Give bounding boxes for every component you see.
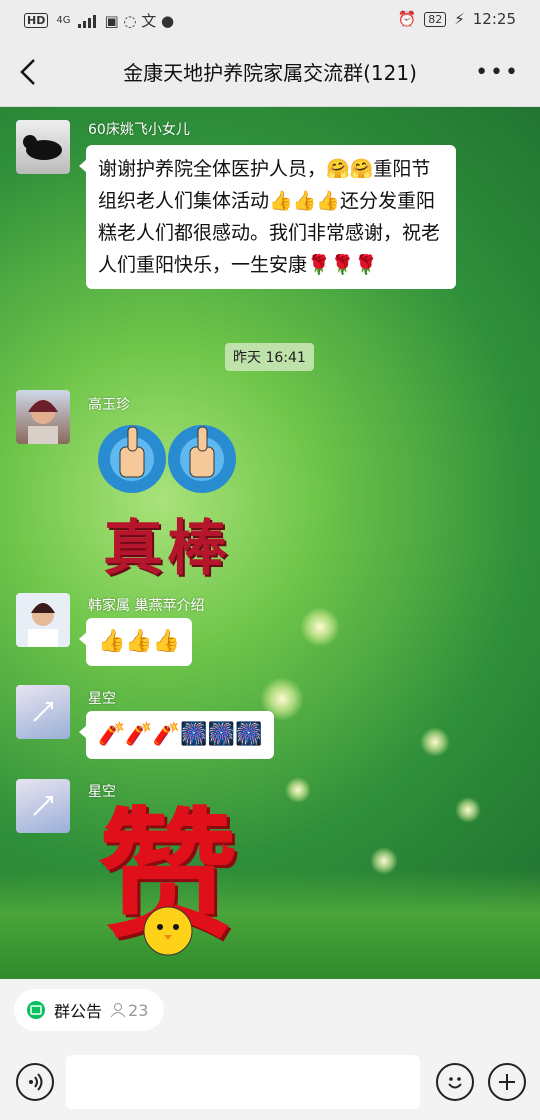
background-glow: [455, 797, 481, 823]
sticker-text: 真棒: [103, 514, 231, 584]
input-bar: [0, 1041, 540, 1120]
notice-label: 群公告: [54, 1002, 103, 1021]
sticker-praise[interactable]: 赞: [86, 801, 250, 971]
status-bar: HD 4G ▣ ◌ 文 ● ⏰ 82 ⚡ 12:25: [0, 0, 540, 40]
flower-thumbs-icon: [98, 425, 236, 493]
message-list[interactable]: 60床姚飞小女儿 谢谢护养院全体医护人员，🤗🤗重阳节组织老人们集体活动👍👍👍还分…: [0, 107, 540, 979]
more-options-icon[interactable]: •••: [475, 60, 520, 85]
plus-icon[interactable]: [488, 1063, 526, 1101]
clock: 12:25: [472, 10, 516, 28]
group-notice-button[interactable]: 群公告 23: [14, 989, 165, 1031]
message-input[interactable]: [66, 1055, 420, 1109]
background-glow: [300, 607, 340, 647]
message-bubble[interactable]: 谢谢护养院全体医护人员，🤗🤗重阳节组织老人们集体活动👍👍👍还分发重阳糕老人们都很…: [79, 145, 456, 289]
group-notice-bar: 群公告 23: [0, 979, 540, 1041]
chick-icon: [143, 906, 193, 956]
avatar[interactable]: [16, 685, 70, 739]
sender-name: 韩家属 巢燕苹介绍: [88, 598, 205, 614]
avatar[interactable]: [16, 593, 70, 647]
message-bubble[interactable]: 👍👍👍: [78, 618, 193, 666]
alarm-icon: ⏰: [397, 10, 417, 28]
avatar[interactable]: [16, 120, 70, 174]
voice-icon[interactable]: [16, 1063, 54, 1101]
back-arrow-icon[interactable]: [14, 54, 44, 90]
background-grass: [0, 869, 540, 979]
signal-icon: [78, 14, 97, 28]
sender-name: 60床姚飞小女儿: [88, 122, 190, 138]
sender-name: 星空: [88, 691, 116, 707]
emoji-icon[interactable]: [436, 1063, 474, 1101]
battery-level: 82: [424, 11, 447, 27]
sender-name: 高玉珍: [88, 397, 130, 413]
person-icon: [110, 1003, 126, 1018]
avatar[interactable]: [16, 390, 70, 444]
hd-indicator: HD: [24, 13, 49, 28]
member-count-value: 23: [128, 1000, 149, 1020]
chat-title: 金康天地护养院家属交流群(121): [123, 61, 417, 85]
timestamp: 昨天 16:41: [225, 343, 314, 371]
member-count: 23: [110, 1001, 148, 1020]
charging-icon: ⚡: [454, 10, 465, 28]
sticker-thumbs-up[interactable]: 真棒: [92, 419, 242, 589]
background-glow: [285, 777, 311, 803]
chat-header: 金康天地护养院家属交流群(121) •••: [0, 40, 540, 107]
avatar[interactable]: [16, 779, 70, 833]
network-indicator: 4G: [56, 15, 71, 26]
message-bubble[interactable]: 🧨🧨🧨🎆🎆🎆: [78, 711, 275, 759]
app-icon: ▣ ◌ 文 ●: [104, 12, 175, 30]
notice-icon: [27, 1001, 45, 1019]
background-glow: [420, 727, 450, 757]
